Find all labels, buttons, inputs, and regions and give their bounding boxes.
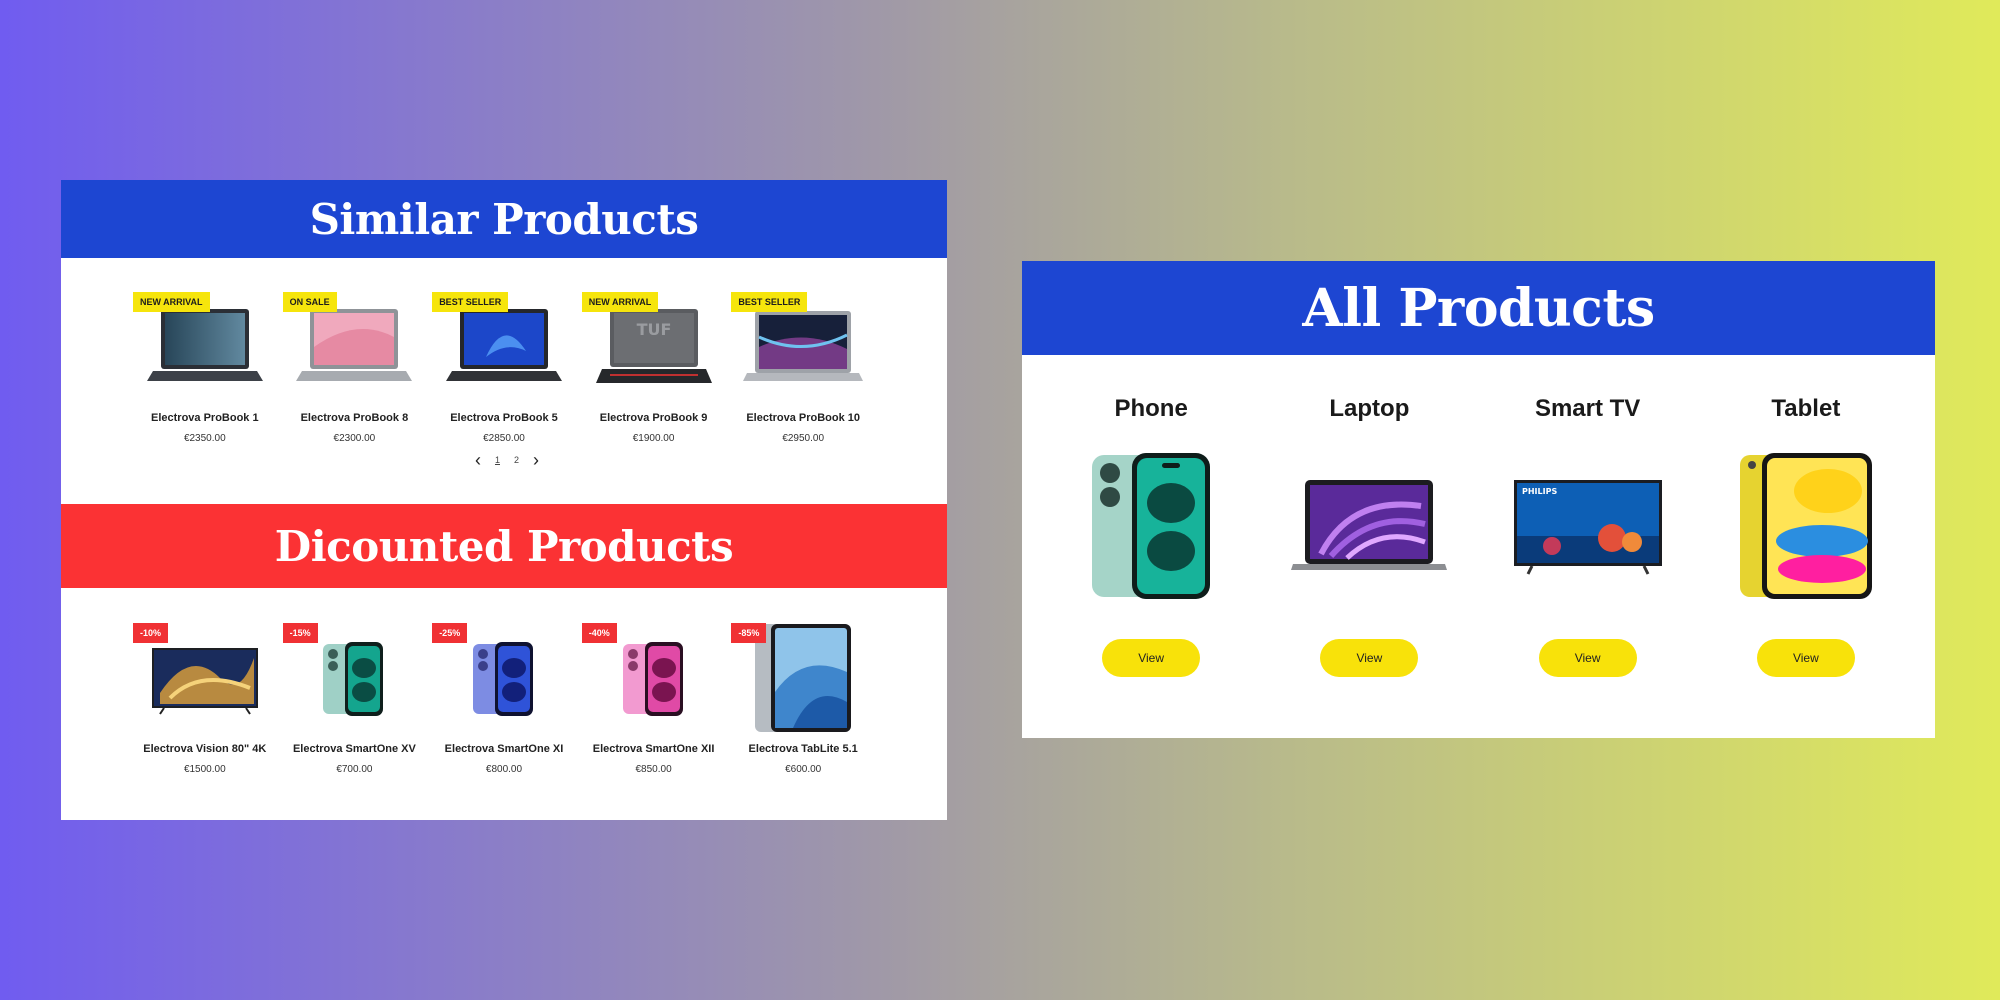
product-price: €2850.00	[483, 433, 525, 444]
category-row: Phone View Laptop View Smart TV PHILIPS …	[1022, 395, 1935, 677]
similar-products-row: NEW ARRIVAL Electrova ProBook 1 €2350.00…	[61, 292, 947, 444]
product-price: €1900.00	[632, 433, 675, 444]
product-name: Electrova ProBook 5	[450, 412, 558, 424]
product-name: Electrova ProBook 1	[151, 412, 259, 424]
similar-products-header: Similar Products	[61, 180, 947, 258]
page-1-link[interactable]: 1	[495, 455, 500, 465]
product-card[interactable]: BEST SELLER Electrova ProBook 10 €2950.0…	[728, 292, 878, 444]
page-2-link[interactable]: 2	[514, 455, 519, 465]
tablet-icon	[1706, 441, 1906, 611]
product-badge: BEST SELLER	[432, 292, 509, 312]
discount-badge: -10%	[133, 623, 169, 643]
product-name: Electrova SmartOne XI	[444, 743, 564, 755]
product-name: Electrova TabLite 5.1	[748, 743, 858, 755]
view-button[interactable]: View	[1320, 639, 1419, 677]
product-price: €850.00	[635, 764, 672, 775]
product-card[interactable]: BEST SELLER Electrova ProBook 5 €2850.00	[429, 292, 579, 444]
all-products-title: All Products	[1302, 277, 1655, 339]
product-card[interactable]: NEW ARRIVAL Electrova ProBook 1 €2350.00	[130, 292, 280, 444]
tv-icon: PHILIPS	[1488, 441, 1688, 611]
category-title: Smart TV	[1534, 395, 1641, 422]
product-card[interactable]: -15% Electrova SmartOne XV €700.00	[280, 623, 430, 775]
product-badge: ON SALE	[282, 292, 337, 312]
product-card[interactable]: NEW ARRIVAL TUF Electrova ProBook 9 €190…	[579, 292, 729, 444]
pagination: ‹ 1 2 ›	[67, 450, 947, 470]
product-panel: Similar Products NEW ARRIVAL Electrova P…	[61, 180, 947, 820]
product-name: Electrova ProBook 10	[746, 412, 861, 424]
discounted-products-row: -10% Electrova Vision 80" 4K €1500.00 -1…	[61, 623, 947, 775]
product-card[interactable]: -40% Electrova SmartOne XII €850.00	[579, 623, 729, 775]
svg-text:PHILIPS: PHILIPS	[1522, 487, 1557, 496]
chevron-right-icon[interactable]: ›	[533, 451, 539, 469]
product-card[interactable]: -10% Electrova Vision 80" 4K €1500.00	[130, 623, 280, 775]
product-name: Electrova ProBook 9	[599, 412, 708, 424]
product-card[interactable]: -85% Electrova TabLite 5.1 €600.00	[728, 623, 878, 775]
product-price: €700.00	[336, 764, 373, 775]
discount-badge: -40%	[581, 623, 617, 643]
phone-icon	[1051, 441, 1251, 611]
product-price: €600.00	[785, 764, 822, 775]
discounted-products-header: Dicounted Products	[61, 504, 947, 588]
laptop-icon	[1269, 441, 1469, 611]
similar-products-title: Similar Products	[309, 194, 699, 244]
discount-badge: -15%	[282, 623, 318, 643]
view-button[interactable]: View	[1756, 639, 1855, 677]
view-button[interactable]: View	[1102, 639, 1201, 677]
product-name: Electrova SmartOne XII	[592, 743, 715, 755]
product-badge: NEW ARRIVAL	[581, 292, 659, 312]
product-name: Electrova SmartOne XV	[292, 743, 416, 755]
discount-badge: -85%	[731, 623, 767, 643]
category-title: Phone	[1114, 395, 1188, 422]
all-products-header: All Products	[1022, 261, 1935, 355]
chevron-left-icon[interactable]: ‹	[475, 451, 481, 469]
product-price: €800.00	[485, 764, 523, 775]
product-badge: NEW ARRIVAL	[133, 292, 210, 312]
product-price: €1500.00	[183, 764, 226, 775]
category-card-tablet: Tablet View	[1706, 395, 1906, 677]
svg-text:TUF: TUF	[636, 320, 671, 339]
product-price: €2950.00	[782, 433, 825, 444]
discount-badge: -25%	[432, 623, 468, 643]
product-price: €2300.00	[333, 433, 376, 444]
category-title: Tablet	[1771, 395, 1841, 422]
category-card-smart-tv: Smart TV PHILIPS View	[1488, 395, 1688, 677]
product-card[interactable]: ON SALE Electrova ProBook 8 €2300.00	[280, 292, 430, 444]
discounted-products-title: Dicounted Products	[274, 521, 734, 571]
product-name: Electrova ProBook 8	[300, 412, 409, 424]
all-products-panel: All Products Phone View Laptop View Smar…	[1022, 261, 1935, 738]
product-name: Electrova Vision 80" 4K	[143, 743, 267, 755]
product-card[interactable]: -25% Electrova SmartOne XI €800.00	[429, 623, 579, 775]
category-card-laptop: Laptop View	[1269, 395, 1469, 677]
category-card-phone: Phone View	[1051, 395, 1251, 677]
category-title: Laptop	[1329, 395, 1410, 422]
product-badge: BEST SELLER	[731, 292, 808, 312]
view-button[interactable]: View	[1538, 639, 1637, 677]
product-price: €2350.00	[183, 433, 226, 444]
